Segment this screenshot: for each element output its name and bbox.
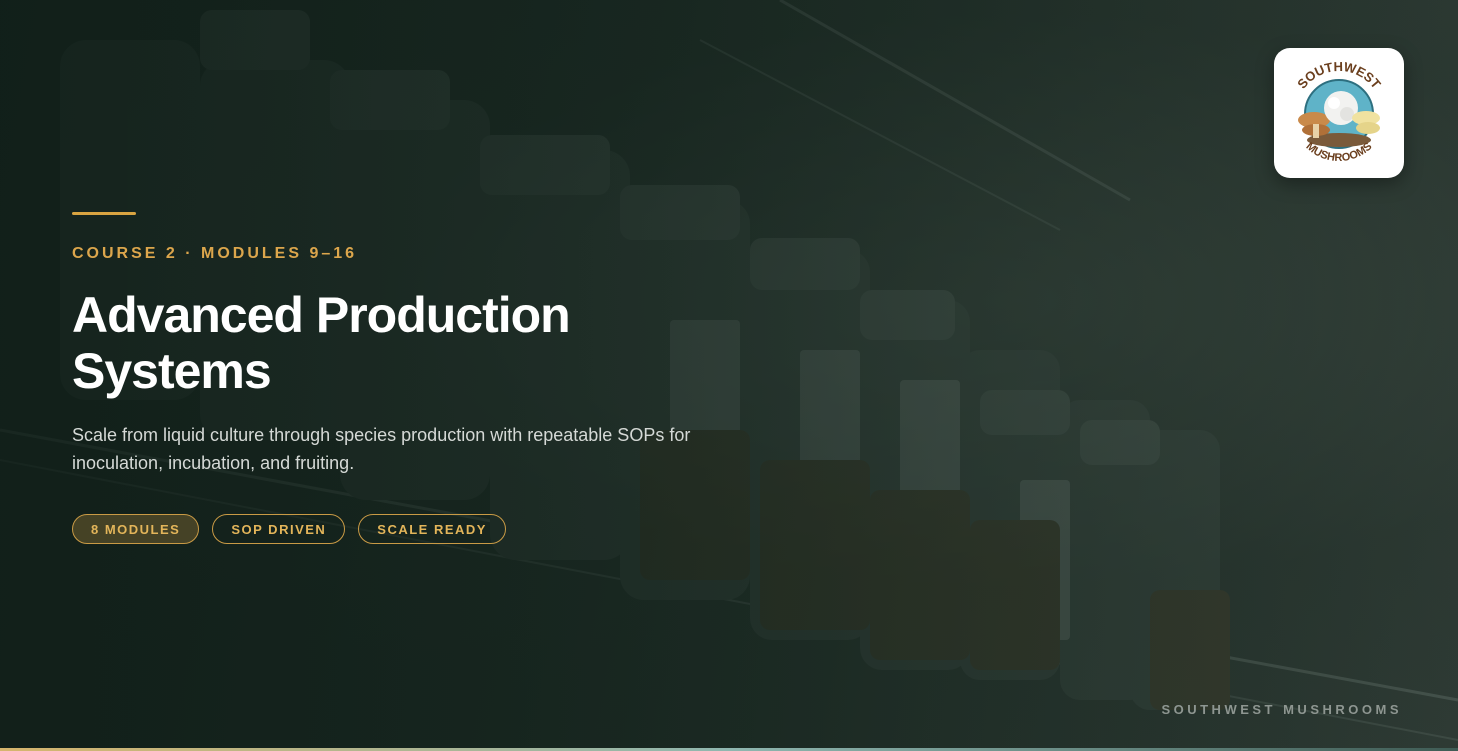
course-eyebrow: COURSE 2 · MODULES 9–16 bbox=[72, 245, 358, 262]
chip-sop-driven[interactable]: SOP DRIVEN bbox=[212, 514, 346, 544]
brand-logo[interactable]: SOUTHWEST MUSHROOMS bbox=[1274, 48, 1404, 178]
feature-chips: 8 MODULES SOP DRIVEN SCALE READY bbox=[72, 514, 772, 544]
hero-content: COURSE 2 · MODULES 9–16 Advanced Product… bbox=[72, 212, 772, 544]
page-subtitle: Scale from liquid culture through specie… bbox=[72, 425, 691, 473]
chip-scale-ready[interactable]: SCALE READY bbox=[358, 514, 506, 544]
southwest-mushrooms-logo-icon: SOUTHWEST MUSHROOMS bbox=[1294, 59, 1384, 164]
footer-brand-text: SOUTHWEST MUSHROOMS bbox=[1161, 702, 1402, 717]
chip-modules[interactable]: 8 MODULES bbox=[72, 514, 200, 544]
page-title: Advanced Production Systems bbox=[72, 287, 571, 399]
accent-divider bbox=[72, 212, 136, 215]
